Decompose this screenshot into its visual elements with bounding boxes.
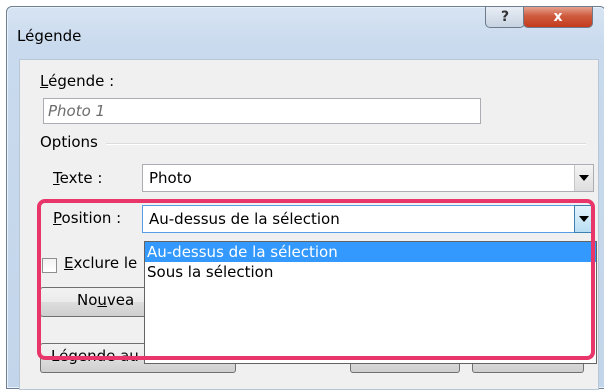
position-select-value: Au-dessus de la sélection: [149, 210, 340, 228]
chevron-down-icon: [579, 216, 589, 222]
dialog-title: Légende: [17, 27, 82, 45]
text-select[interactable]: Photo: [142, 164, 594, 192]
position-label: Position :: [53, 209, 122, 227]
dialog-body: Légende : Photo 1 Options Texte : Photo …: [19, 59, 599, 390]
dropdown-option-above[interactable]: Au-dessus de la sélection: [145, 242, 596, 262]
caption-label: Légende :: [40, 72, 115, 90]
caption-input[interactable]: Photo 1: [43, 98, 481, 124]
text-select-arrow[interactable]: [574, 165, 593, 191]
options-group-label: Options: [40, 133, 98, 151]
help-button[interactable]: ?: [485, 7, 525, 28]
text-select-value: Photo: [149, 169, 192, 187]
help-icon: ?: [500, 9, 510, 25]
position-dropdown-list: Au-dessus de la sélection Sous la sélect…: [144, 241, 597, 364]
close-icon: x: [553, 9, 563, 25]
chevron-down-icon: [579, 175, 589, 181]
legende-dialog: Légende ? x Légende : Photo 1 Options Te…: [6, 6, 604, 390]
position-select-arrow[interactable]: [574, 205, 594, 233]
exclude-label: Exclure le: [64, 254, 138, 272]
position-select[interactable]: Au-dessus de la sélection: [142, 205, 594, 233]
options-divider: [106, 143, 586, 145]
text-label: Texte :: [53, 169, 103, 187]
close-button[interactable]: x: [523, 7, 593, 28]
dropdown-option-below[interactable]: Sous la sélection: [145, 262, 596, 282]
exclude-checkbox[interactable]: [42, 258, 57, 273]
